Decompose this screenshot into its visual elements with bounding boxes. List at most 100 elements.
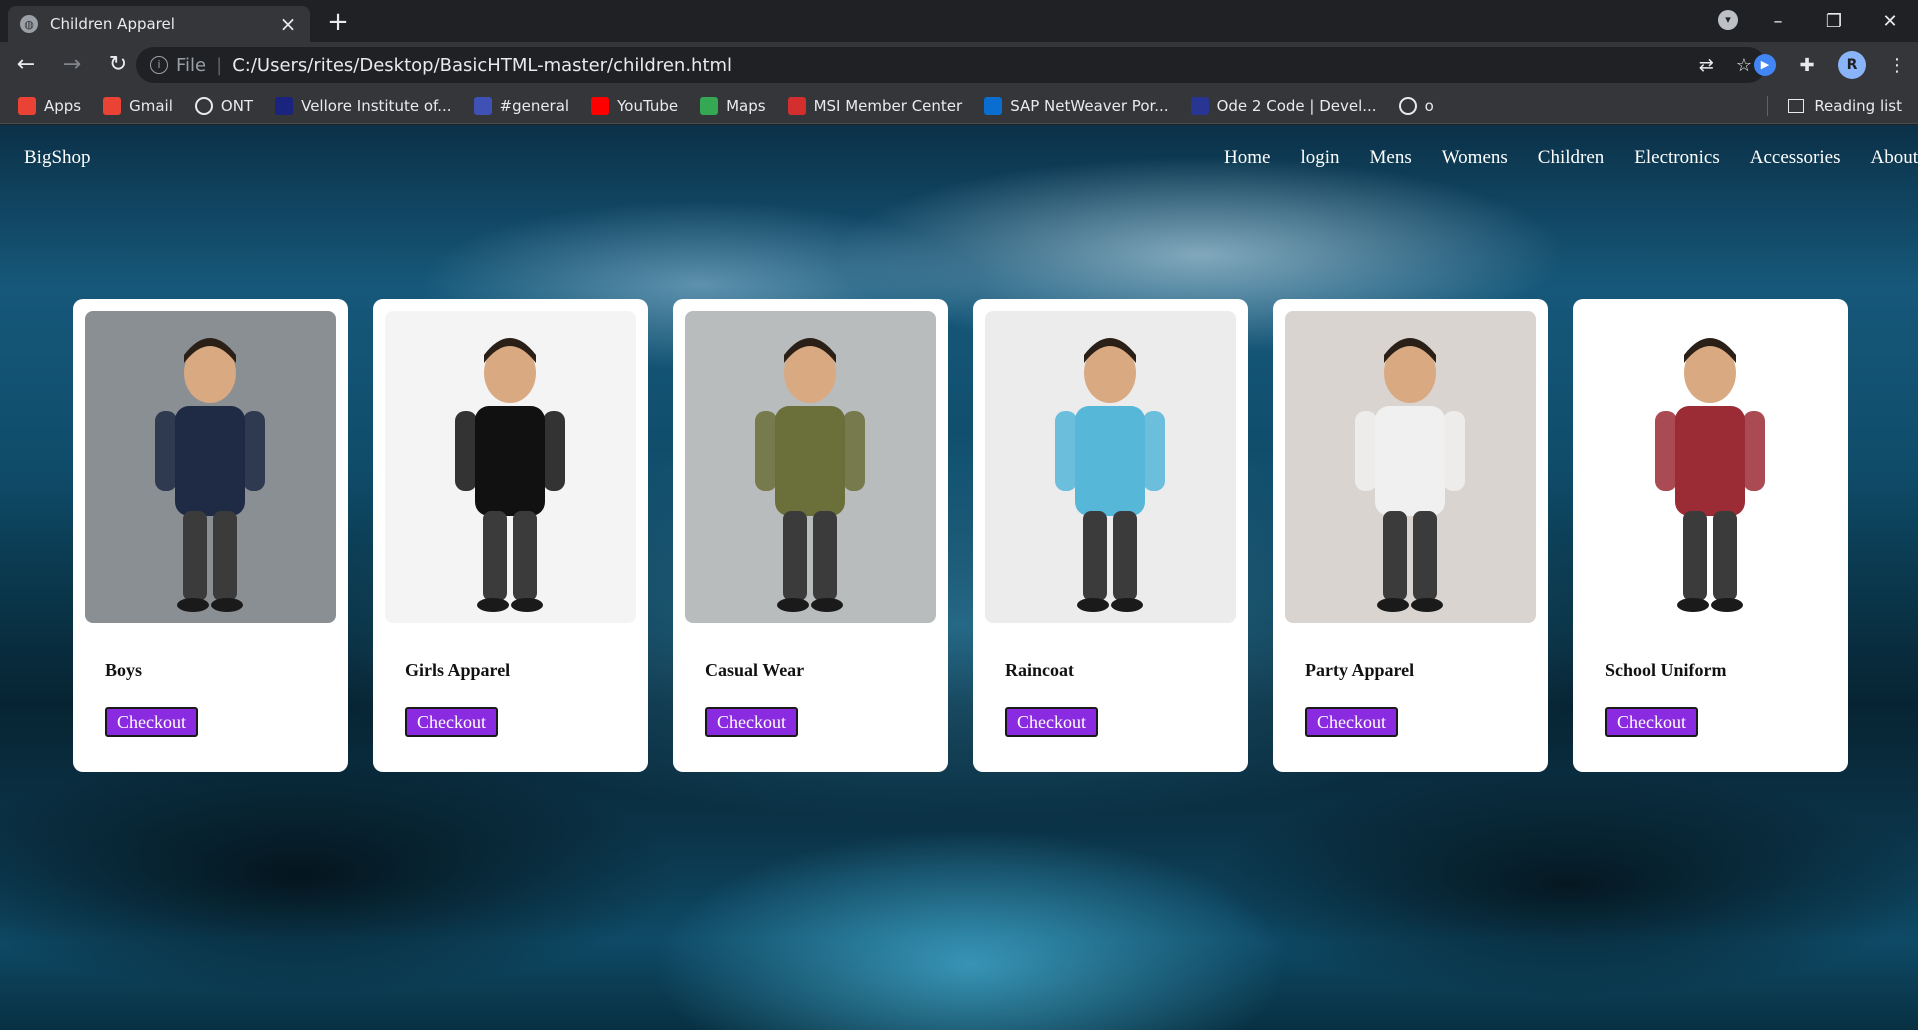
nav-link-accessories[interactable]: Accessories bbox=[1750, 147, 1841, 169]
product-title: Boys bbox=[105, 660, 143, 680]
tab-title: Children Apparel bbox=[50, 15, 175, 33]
product-cards: Boys Checkout Girls Apparel Checkout Casual … bbox=[73, 299, 1848, 772]
extensions-area: ▶ ✚ R ⋮ bbox=[1754, 48, 1910, 82]
url-scheme: File bbox=[176, 54, 207, 76]
back-arrow-icon[interactable]: ← bbox=[6, 45, 46, 85]
bookmark-item[interactable]: Gmail bbox=[103, 96, 173, 115]
nav-link-login[interactable]: login bbox=[1300, 147, 1339, 169]
reading-list-label: Reading list bbox=[1814, 97, 1902, 115]
kebab-menu-icon[interactable]: ⋮ bbox=[1884, 55, 1910, 76]
boy-in-school-uniform-photo bbox=[1585, 311, 1836, 623]
boy-in-vest-sunglasses-photo bbox=[85, 311, 336, 623]
site-navbar: BigShop Home login Mens Womens Children Elect… bbox=[0, 125, 1918, 185]
reading-list-icon bbox=[1788, 99, 1805, 113]
bookmark-item[interactable]: SAP NetWeaver Por... bbox=[984, 96, 1169, 115]
bookmark-label: #general bbox=[499, 96, 570, 115]
close-window-icon[interactable]: ✕ bbox=[1862, 11, 1918, 32]
youtube-icon bbox=[591, 96, 610, 115]
url-text[interactable]: C:/Users/rites/Desktop/BasicHTML-master/… bbox=[232, 55, 732, 76]
bookmark-label: MSI Member Center bbox=[813, 96, 963, 115]
bookmark-item[interactable]: Apps bbox=[18, 96, 82, 115]
product-title: School Uniform bbox=[1605, 660, 1727, 680]
page-viewport: BigShop Home login Mens Womens Children Elect… bbox=[0, 125, 1918, 1030]
boy-in-blue-raincoat-photo bbox=[985, 311, 1236, 623]
nav-link-children[interactable]: Children bbox=[1538, 147, 1605, 169]
product-title: Raincoat bbox=[1005, 660, 1074, 680]
product-title: Girls Apparel bbox=[405, 660, 511, 680]
nav-link-home[interactable]: Home bbox=[1224, 147, 1270, 169]
profile-avatar[interactable]: R bbox=[1838, 51, 1866, 79]
bookmark-label: YouTube bbox=[617, 96, 679, 115]
site-brand[interactable]: BigShop bbox=[24, 147, 91, 169]
window-controls: – ❐ ✕ bbox=[1750, 0, 1918, 42]
checkout-button[interactable]: Checkout bbox=[1005, 707, 1098, 737]
nav-link-about[interactable]: About bbox=[1871, 147, 1918, 169]
address-bar[interactable]: i File | C:/Users/rites/Desktop/BasicHTM… bbox=[136, 47, 1766, 83]
url-separator: | bbox=[216, 54, 223, 76]
checkout-button[interactable]: Checkout bbox=[105, 707, 198, 737]
bookmark-item[interactable]: Maps bbox=[700, 96, 766, 115]
close-tab-icon[interactable]: × bbox=[278, 12, 298, 36]
bookmark-item[interactable]: o bbox=[1398, 96, 1434, 115]
bookmark-item[interactable]: Ode 2 Code | Devel... bbox=[1190, 96, 1377, 115]
bookmark-label: Apps bbox=[44, 96, 82, 115]
bookmarks-divider bbox=[1767, 96, 1768, 116]
bookmark-label: Maps bbox=[726, 96, 766, 115]
bookmark-label: ONT bbox=[220, 96, 254, 115]
bookmark-star-icon[interactable]: ☆ bbox=[1736, 55, 1752, 76]
reload-icon[interactable]: ↻ bbox=[98, 45, 138, 85]
maps-pin-icon bbox=[700, 96, 719, 115]
globe-icon bbox=[194, 96, 213, 115]
browser-toolbar: ← → ↻ i File | C:/Users/rites/Desktop/Ba… bbox=[0, 42, 1918, 88]
ode2code-icon bbox=[1190, 96, 1209, 115]
msi-shield-icon bbox=[787, 96, 806, 115]
bookmark-item[interactable]: ONT bbox=[194, 96, 254, 115]
product-card: Raincoat Checkout bbox=[973, 299, 1248, 772]
globe-icon: ◍ bbox=[20, 15, 38, 33]
nav-link-mens[interactable]: Mens bbox=[1370, 147, 1412, 169]
nav-link-electronics[interactable]: Electronics bbox=[1634, 147, 1719, 169]
forward-arrow-icon[interactable]: → bbox=[52, 45, 92, 85]
bookmark-label: Gmail bbox=[129, 96, 173, 115]
background-shore-right bbox=[1150, 745, 1918, 1030]
checkout-button[interactable]: Checkout bbox=[1305, 707, 1398, 737]
bookmark-label: o bbox=[1424, 96, 1434, 115]
checkout-button[interactable]: Checkout bbox=[705, 707, 798, 737]
bookmarks-bar: Apps Gmail ONT Vellore Institute of... #gene… bbox=[0, 88, 1918, 124]
apps-grid-icon bbox=[18, 96, 36, 115]
info-icon[interactable]: i bbox=[150, 56, 168, 74]
product-card: Girls Apparel Checkout bbox=[373, 299, 648, 772]
reading-list-button[interactable]: Reading list bbox=[1788, 88, 1902, 124]
restore-icon[interactable]: ❐ bbox=[1806, 11, 1862, 32]
product-card: Party Apparel Checkout bbox=[1273, 299, 1548, 772]
bookmark-label: Vellore Institute of... bbox=[301, 96, 452, 115]
tab-strip: ◍ Children Apparel × + ▾ – ❐ ✕ bbox=[0, 0, 1918, 42]
bookmark-item[interactable]: YouTube bbox=[591, 96, 679, 115]
minimize-icon[interactable]: – bbox=[1750, 11, 1806, 32]
product-title: Casual Wear bbox=[705, 660, 805, 680]
chat-badge-icon bbox=[473, 96, 492, 115]
new-tab-button[interactable]: + bbox=[324, 8, 352, 36]
checkout-button[interactable]: Checkout bbox=[1605, 707, 1698, 737]
puzzle-extensions-icon[interactable]: ✚ bbox=[1794, 55, 1820, 76]
product-card: Casual Wear Checkout bbox=[673, 299, 948, 772]
sap-icon bbox=[984, 96, 1003, 115]
zoom-extension-icon[interactable]: ▶ bbox=[1754, 54, 1776, 76]
product-title: Party Apparel bbox=[1305, 660, 1415, 680]
nav-link-womens[interactable]: Womens bbox=[1442, 147, 1508, 169]
vit-icon bbox=[275, 96, 294, 115]
bookmark-item[interactable]: Vellore Institute of... bbox=[275, 96, 452, 115]
tab-search-icon[interactable]: ▾ bbox=[1718, 10, 1738, 30]
checkout-button[interactable]: Checkout bbox=[405, 707, 498, 737]
bookmark-label: Ode 2 Code | Devel... bbox=[1216, 96, 1377, 115]
gmail-icon bbox=[103, 96, 122, 115]
bookmark-item[interactable]: MSI Member Center bbox=[787, 96, 963, 115]
globe-icon bbox=[1398, 96, 1417, 115]
tab-children-apparel[interactable]: ◍ Children Apparel × bbox=[8, 6, 310, 42]
bookmark-item[interactable]: #general bbox=[473, 96, 570, 115]
site-menu: Home login Mens Womens Children Electronics Ac… bbox=[1224, 147, 1918, 169]
boy-in-plaid-shirt-photo bbox=[685, 311, 936, 623]
translate-icon[interactable]: ⇄ bbox=[1699, 55, 1714, 76]
product-card: School Uniform Checkout bbox=[1573, 299, 1848, 772]
product-card: Boys Checkout bbox=[73, 299, 348, 772]
